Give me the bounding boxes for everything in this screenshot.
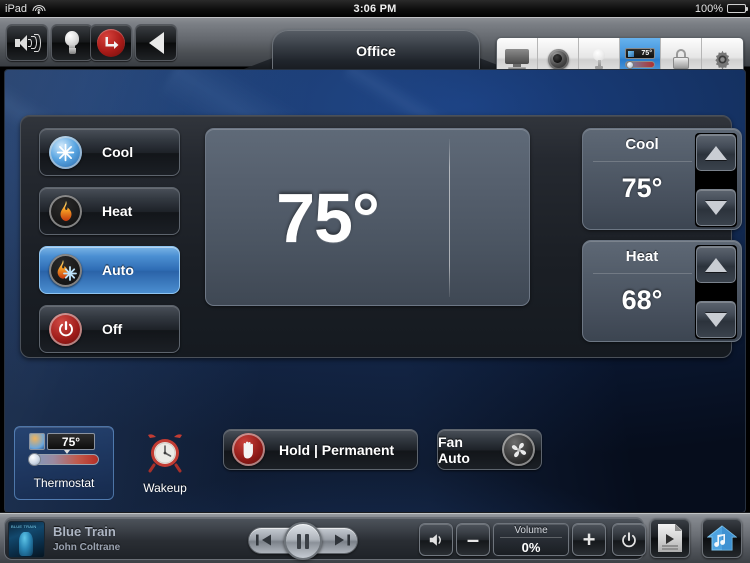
setpoint-label: Cool: [625, 136, 659, 153]
favorite-wakeup[interactable]: Wakeup: [115, 426, 215, 500]
volume-display: Volume 0%: [493, 523, 569, 556]
current-temperature-value: 75°: [276, 179, 380, 257]
gear-icon: [712, 49, 733, 70]
playlist-button[interactable]: [650, 518, 690, 558]
volume-label: Volume: [514, 524, 548, 536]
home-button[interactable]: [702, 518, 742, 558]
battery-icon: [727, 4, 748, 13]
red-circular-arrow-icon: [97, 28, 125, 57]
back-button[interactable]: [135, 24, 177, 61]
display-divider: [449, 139, 450, 297]
media-bar-inner: BLUE TRAIN Blue Train John Coltrane – Vo…: [4, 517, 646, 560]
previous-track-button[interactable]: [254, 531, 274, 549]
mode-button-auto[interactable]: Auto: [39, 246, 180, 294]
light-bulb-icon: [63, 30, 81, 55]
mode-label: Off: [102, 321, 123, 337]
setpoint-value: 68°: [621, 285, 663, 315]
volume-button[interactable]: [6, 24, 48, 61]
track-artist: John Coltrane: [53, 542, 121, 553]
favorite-label: Wakeup: [143, 481, 187, 495]
status-bar-right: 100%: [694, 2, 748, 15]
track-title: Blue Train: [53, 524, 116, 539]
page-title: Office: [356, 42, 396, 59]
monitor-icon: [505, 49, 529, 69]
ios-status-bar: iPad 3:06 PM 100%: [0, 0, 750, 17]
lights-button[interactable]: [51, 24, 93, 61]
pause-icon: [297, 533, 309, 549]
mode-button-off[interactable]: Off: [39, 305, 180, 353]
favorite-thermostat[interactable]: 75° Thermostat: [14, 426, 114, 500]
hold-button[interactable]: Hold | Permanent: [223, 429, 418, 470]
power-icon: [49, 312, 82, 346]
alarm-clock-icon: [142, 432, 188, 476]
setpoint-heat-up-button[interactable]: [696, 246, 736, 283]
media-bar: BLUE TRAIN Blue Train John Coltrane – Vo…: [0, 512, 750, 563]
logout-button[interactable]: [90, 24, 132, 61]
setpoint-cool-down-button[interactable]: [696, 189, 736, 226]
main-canvas: Cool Heat Auto Off 75° Hold | Permanent …: [4, 69, 746, 513]
arrow-down-icon: [705, 312, 727, 327]
album-art-title: BLUE TRAIN: [11, 524, 37, 529]
flame-snowflake-icon: [49, 253, 82, 287]
home-music-icon: [707, 524, 737, 552]
volume-controls: – Volume 0% +: [419, 522, 646, 557]
mute-button[interactable]: [419, 523, 453, 556]
power-icon: [622, 531, 636, 547]
back-triangle-icon: [148, 31, 164, 54]
mode-label: Heat: [102, 203, 133, 219]
volume-value: 0%: [521, 539, 541, 555]
setpoint-heat: Heat 68°: [582, 240, 742, 342]
mute-speaker-icon: [429, 533, 441, 546]
setpoint-cool-up-button[interactable]: [696, 134, 736, 171]
arrow-up-icon: [705, 145, 727, 160]
fan-icon: [502, 433, 535, 466]
setpoint-value: 75°: [621, 173, 663, 203]
next-track-button[interactable]: [332, 531, 352, 549]
next-track-icon: [335, 534, 350, 546]
volume-up-button[interactable]: +: [572, 523, 606, 556]
mode-label: Auto: [102, 262, 134, 278]
snowflake-icon: [49, 135, 82, 169]
mode-button-cool[interactable]: Cool: [39, 128, 180, 176]
ipad-screen: iPad 3:06 PM 100% Office 75° Cool Heat A…: [0, 0, 750, 563]
lock-icon: [673, 49, 689, 69]
app-top-bar: Office 75°: [0, 17, 750, 81]
setpoint-label: Heat: [625, 248, 659, 265]
media-power-button[interactable]: [612, 523, 646, 556]
camera-dome-icon: [547, 48, 569, 70]
thermostat-panel: Cool Heat Auto Off 75° Hold | Permanent …: [20, 115, 742, 470]
hold-button-label: Hold | Permanent: [279, 441, 395, 458]
previous-track-icon: [256, 534, 271, 546]
arrow-down-icon: [705, 200, 727, 215]
room-title-tab[interactable]: Office: [272, 29, 480, 71]
thermostat-icon: 75°: [625, 48, 655, 70]
transport-controls: [248, 522, 358, 560]
speaker-icon: [14, 33, 41, 53]
playlist-document-icon: [658, 524, 682, 552]
mode-button-heat[interactable]: Heat: [39, 187, 180, 235]
mode-button-column: Cool Heat Auto Off: [39, 128, 180, 364]
hand-icon: [232, 433, 265, 466]
album-art[interactable]: BLUE TRAIN: [8, 521, 45, 558]
flame-icon: [49, 194, 82, 228]
setpoint-heat-down-button[interactable]: [696, 301, 736, 338]
mode-label: Cool: [102, 144, 134, 160]
favorite-label: Thermostat: [33, 476, 95, 490]
current-temperature-display: 75°: [205, 128, 530, 306]
volume-down-button[interactable]: –: [456, 523, 490, 556]
arrow-up-icon: [705, 257, 727, 272]
fan-button[interactable]: Fan Auto: [437, 429, 542, 470]
setpoint-cool-steppers: [695, 133, 737, 227]
light-bulb-icon: [593, 49, 605, 69]
play-pause-button[interactable]: [284, 522, 322, 560]
fan-button-label: Fan Auto: [438, 433, 470, 466]
thermostat-widget-value: 75°: [47, 433, 95, 450]
thermostat-widget-icon: 75°: [27, 433, 101, 471]
track-info: Blue Train John Coltrane: [53, 524, 120, 553]
setpoint-heat-steppers: [695, 245, 737, 339]
setpoint-cool: Cool 75°: [582, 128, 742, 230]
status-bar-time: 3:06 PM: [353, 2, 397, 15]
battery-percent: 100%: [694, 2, 723, 15]
